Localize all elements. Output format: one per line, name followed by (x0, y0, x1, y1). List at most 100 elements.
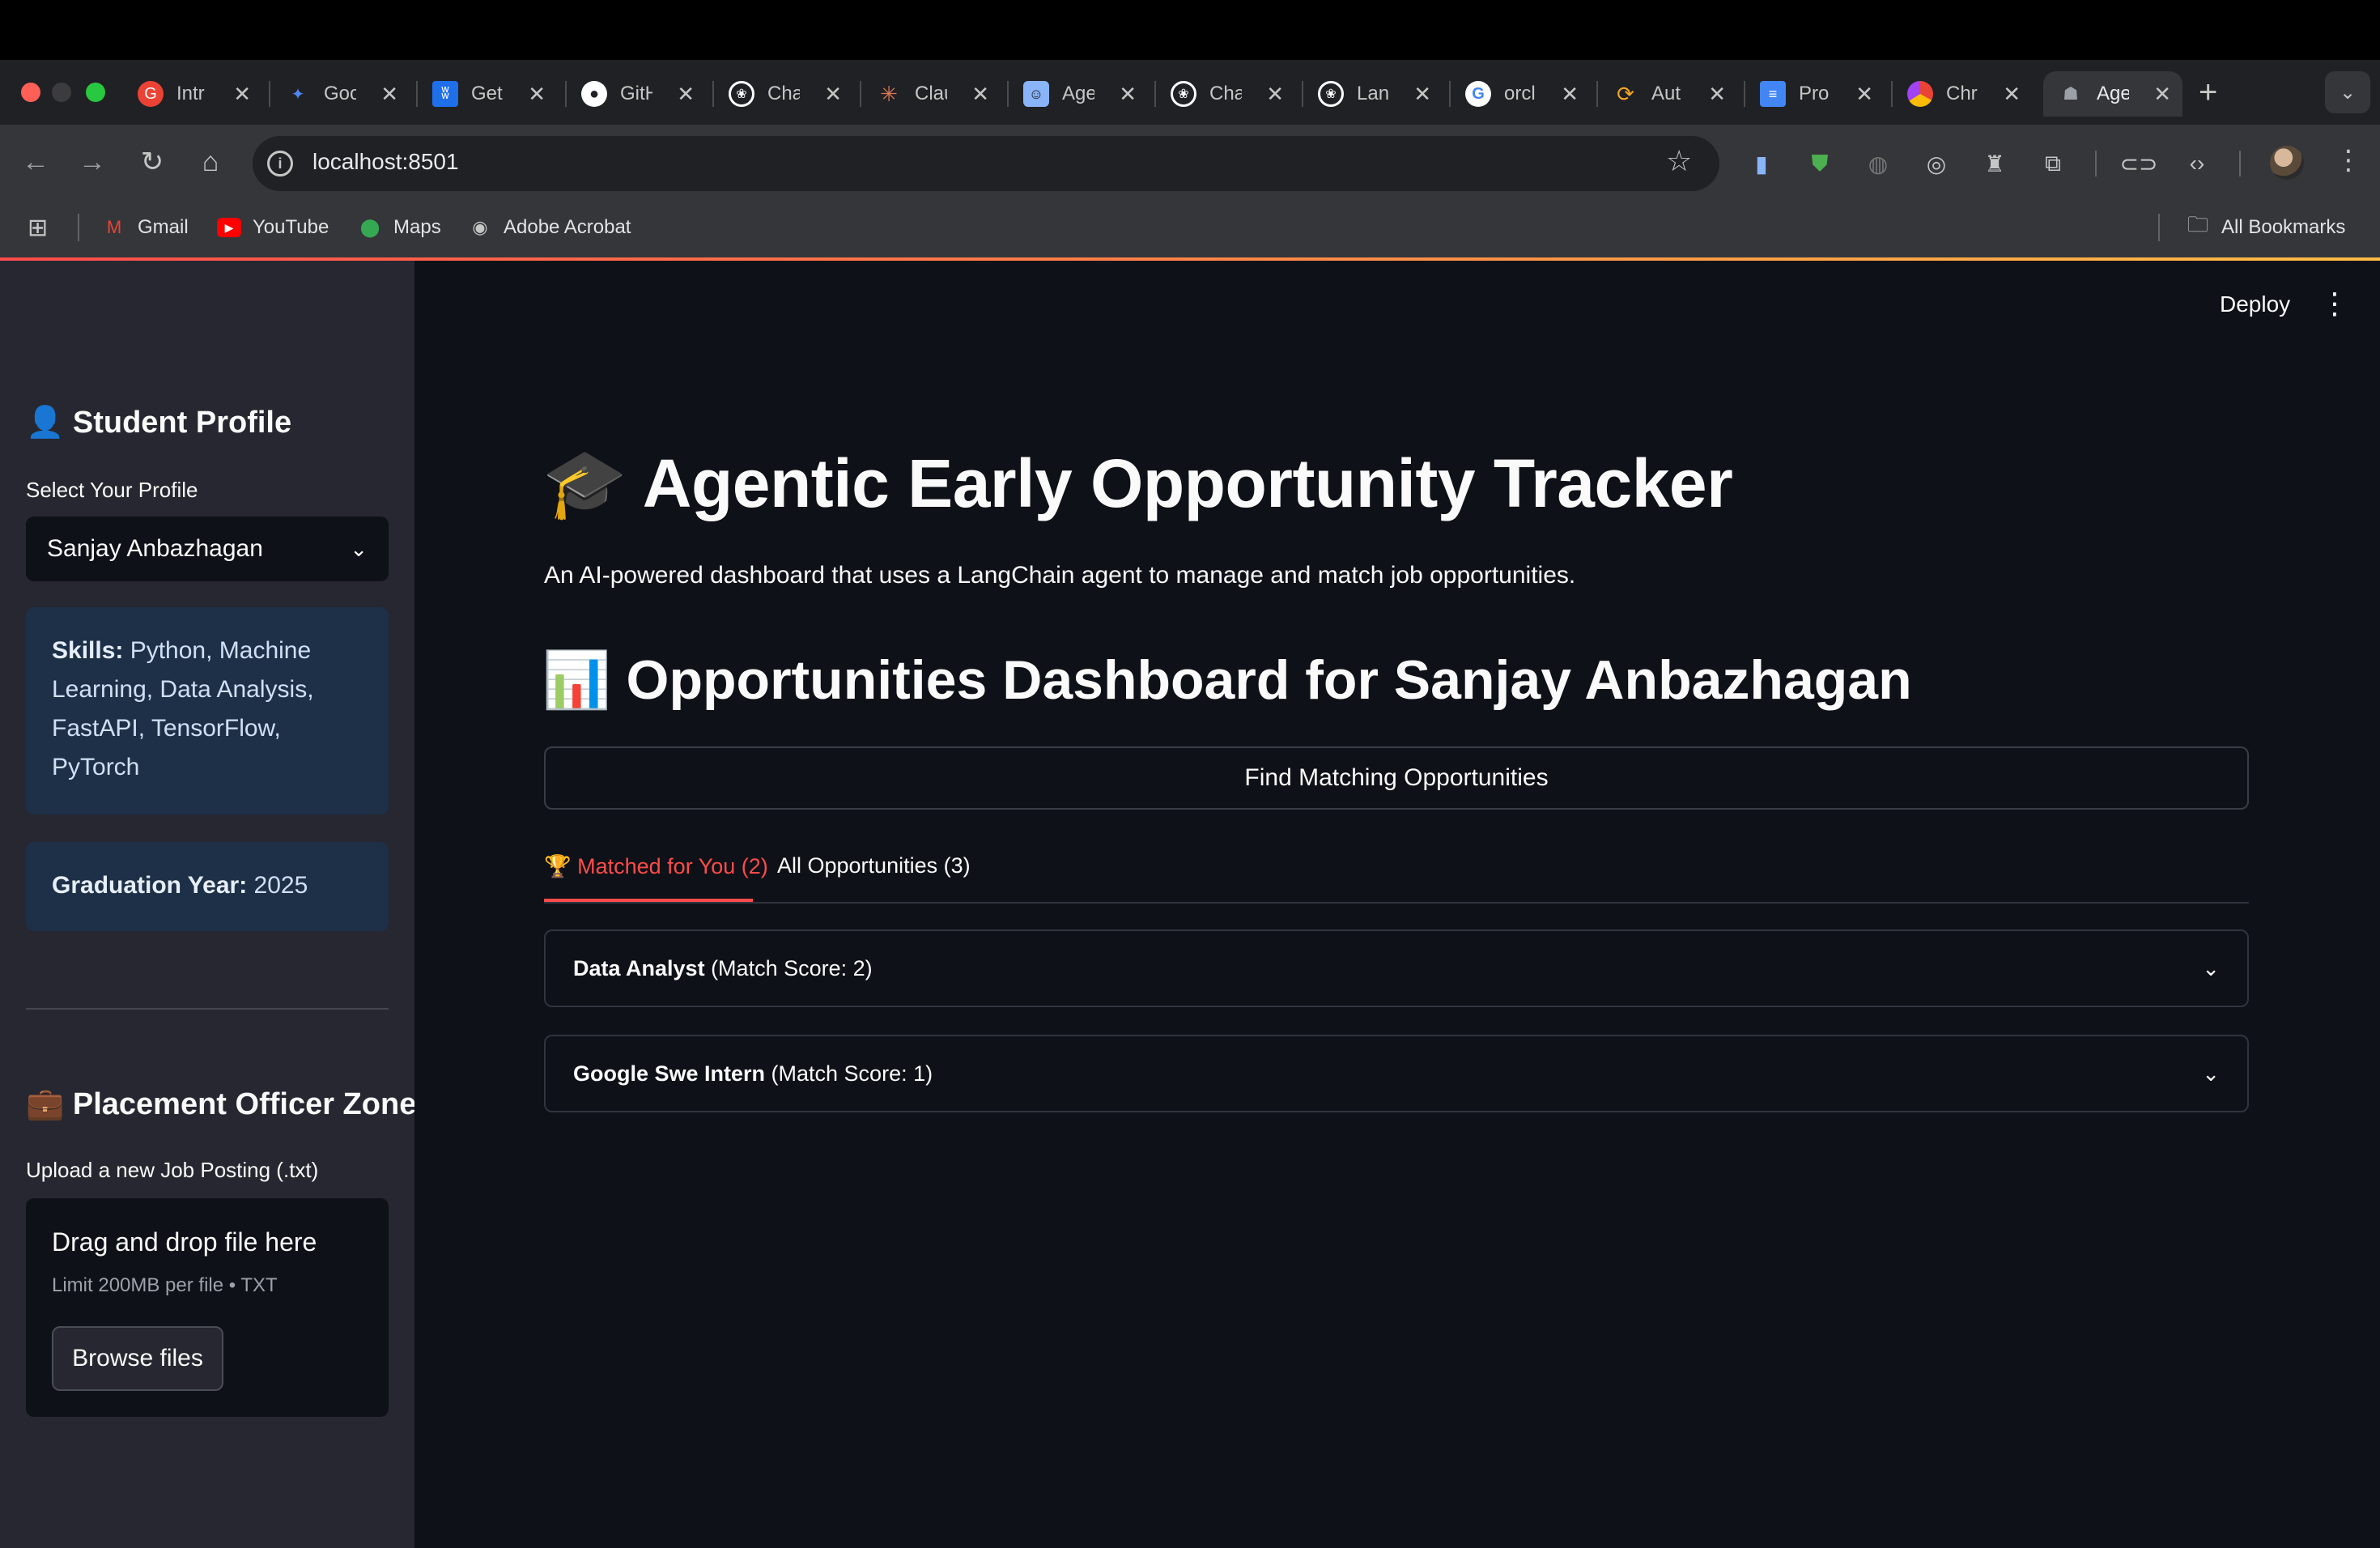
bookmark-adobe-acrobat[interactable]: ◉ Adobe Acrobat (468, 214, 631, 241)
bookmark-gmail[interactable]: M Gmail (102, 214, 189, 241)
close-tab-icon[interactable]: ✕ (380, 82, 398, 107)
tab-matched-for-you[interactable]: 🏆 Matched for You (2) (544, 853, 768, 879)
browser-tab[interactable]: ● GitH ✕ (567, 71, 706, 117)
browser-tab[interactable]: G Intr ✕ (123, 71, 262, 117)
clipboard-extension-icon[interactable]: ▮ (1745, 147, 1778, 180)
bookmark-maps[interactable]: ⬤ Maps (358, 214, 441, 241)
reload-icon[interactable]: ↻ (134, 144, 170, 180)
close-tab-icon[interactable]: ✕ (677, 82, 695, 107)
chrome-color-icon (1907, 81, 1933, 107)
page-title: 🎓 Agentic Early Opportunity Tracker (542, 445, 1733, 521)
bookmark-label: Gmail (138, 216, 189, 238)
close-tab-icon[interactable]: ✕ (233, 82, 251, 107)
close-tab-icon[interactable]: ✕ (1413, 82, 1431, 107)
opportunity-expander[interactable]: Google Swe Intern (Match Score: 1) ⌄ (544, 1035, 2249, 1112)
shield-extension-icon[interactable]: ⛊ (1804, 147, 1836, 180)
globe-icon: ◉ (472, 217, 488, 237)
bookmark-star-icon[interactable]: ☆ (1666, 144, 1692, 178)
browser-tab[interactable]: ❀ Cha ✕ (1156, 71, 1295, 117)
openai-icon: ❀ (1171, 81, 1196, 107)
browser-tab[interactable]: ✳ Clau ✕ (861, 71, 1001, 117)
close-tab-icon[interactable]: ✕ (1855, 82, 1873, 107)
chef-extension-icon[interactable]: ♜ (1978, 147, 2011, 180)
tab-title: orcl (1504, 83, 1536, 104)
profile-select[interactable]: Sanjay Anbazhagan ⌄ (26, 517, 389, 581)
browser-tab[interactable]: G orcl ✕ (1451, 71, 1590, 117)
streamlit-robot-icon: ☗ (2063, 83, 2079, 104)
browser-tab[interactable]: ʬ Get ✕ (418, 71, 557, 117)
tab-title: Lan (1357, 83, 1389, 104)
close-tab-icon[interactable]: ✕ (971, 82, 989, 107)
chevron-down-icon: ⌄ (350, 536, 368, 561)
minimize-window-button[interactable] (52, 83, 71, 102)
browser-tab[interactable]: ❀ Lan ✕ (1303, 71, 1443, 117)
address-bar[interactable] (253, 136, 1719, 191)
find-matching-button[interactable]: Find Matching Opportunities (544, 746, 2249, 810)
close-tab-icon[interactable]: ✕ (2003, 82, 2021, 107)
forward-arrow-icon[interactable]: → (74, 144, 110, 180)
profile-avatar[interactable] (2270, 146, 2304, 180)
all-bookmarks-button[interactable]: 🗀 All Bookmarks (2186, 212, 2345, 241)
close-tab-icon[interactable]: ✕ (528, 82, 546, 107)
page-description: An AI-powered dashboard that uses a Lang… (544, 562, 1576, 589)
robot-icon: ☺ (1023, 81, 1049, 107)
chevron-down-icon: ⌄ (2202, 955, 2220, 980)
bookmarks-bar (0, 201, 2380, 259)
close-tab-icon[interactable]: ✕ (824, 82, 842, 107)
browser-tab[interactable]: ✦ Goo ✕ (270, 71, 410, 117)
target-extension-icon[interactable]: ◎ (1920, 147, 1953, 180)
new-tab-button[interactable]: + (2199, 74, 2217, 110)
bookmark-youtube[interactable]: ▶ YouTube (217, 214, 329, 241)
docs-icon: ≡ (1760, 81, 1786, 107)
select-profile-label: Select Your Profile (26, 478, 198, 502)
browser-tab[interactable]: Chr ✕ (1893, 71, 2032, 117)
home-icon[interactable]: ⌂ (193, 144, 228, 180)
student-profile-heading: 👤 Student Profile (26, 406, 292, 440)
dashboard-heading: 📊 Opportunities Dashboard for Sanjay Anb… (542, 649, 1912, 711)
site-info-icon[interactable]: i (267, 151, 293, 176)
tab-title: Get (471, 83, 503, 104)
back-arrow-icon[interactable]: ← (18, 144, 53, 180)
browse-files-button[interactable]: Browse files (52, 1326, 223, 1391)
close-tab-icon[interactable]: ✕ (1119, 82, 1137, 107)
link-icon[interactable]: ⊂⊃ (2120, 147, 2158, 180)
close-tab-icon[interactable]: ✕ (1561, 82, 1579, 107)
skills-label: Skills: (52, 637, 124, 664)
graduation-value: 2025 (247, 872, 308, 899)
browser-tab[interactable]: ☺ Age ✕ (1009, 71, 1148, 117)
apps-grid-icon[interactable]: ⊞ (28, 214, 48, 241)
openai-icon: ❀ (1318, 81, 1344, 107)
match-score: (Match Score: 2) (704, 955, 873, 980)
grayscale-extension-icon[interactable]: ◍ (1862, 147, 1894, 180)
tab-title: Intr (176, 83, 205, 104)
opportunity-expander[interactable]: Data Analyst (Match Score: 2) ⌄ (544, 929, 2249, 1007)
code-icon[interactable]: ‹› (2181, 147, 2213, 180)
match-score: (Match Score: 1) (765, 1061, 933, 1086)
main-menu-icon[interactable]: ⋮ (2320, 287, 2349, 321)
tabs-border (544, 902, 2249, 904)
gmail-icon: M (106, 217, 122, 237)
gemini-sparkle-icon: ✦ (291, 85, 305, 104)
maximize-window-button[interactable] (86, 83, 105, 102)
close-tab-icon[interactable]: ✕ (1266, 82, 1284, 107)
browser-tab[interactable]: ≡ Pro ✕ (1745, 71, 1885, 117)
browser-tab-active[interactable]: ☗ Age ✕ (2043, 71, 2182, 117)
close-tab-icon[interactable]: ✕ (1708, 82, 1726, 107)
close-window-button[interactable] (21, 83, 40, 102)
toolbar-divider (2095, 151, 2097, 176)
address-url[interactable]: localhost:8501 (312, 149, 459, 175)
browser-tab[interactable]: ⟳ Aut ✕ (1598, 71, 1737, 117)
tab-title: Cha (1209, 83, 1242, 104)
google-color-icon: G (138, 81, 164, 107)
close-tab-icon[interactable]: ✕ (2153, 82, 2171, 107)
placement-officer-heading: 💼 Placement Officer Zone (26, 1087, 417, 1121)
tab-title: Pro (1799, 83, 1830, 104)
puzzle-extensions-icon[interactable]: ⧉ (2037, 147, 2069, 180)
tab-all-opportunities[interactable]: All Opportunities (3) (777, 853, 971, 878)
chrome-menu-icon[interactable]: ⋮ (2335, 144, 2362, 176)
browser-tab[interactable]: ❀ Cha ✕ (714, 71, 853, 117)
tab-search-chevron-icon[interactable]: ⌄ (2325, 71, 2370, 113)
youtube-icon: ▶ (217, 218, 241, 237)
upload-label: Upload a new Job Posting (.txt) (26, 1158, 319, 1182)
deploy-button[interactable]: Deploy (2220, 291, 2290, 317)
